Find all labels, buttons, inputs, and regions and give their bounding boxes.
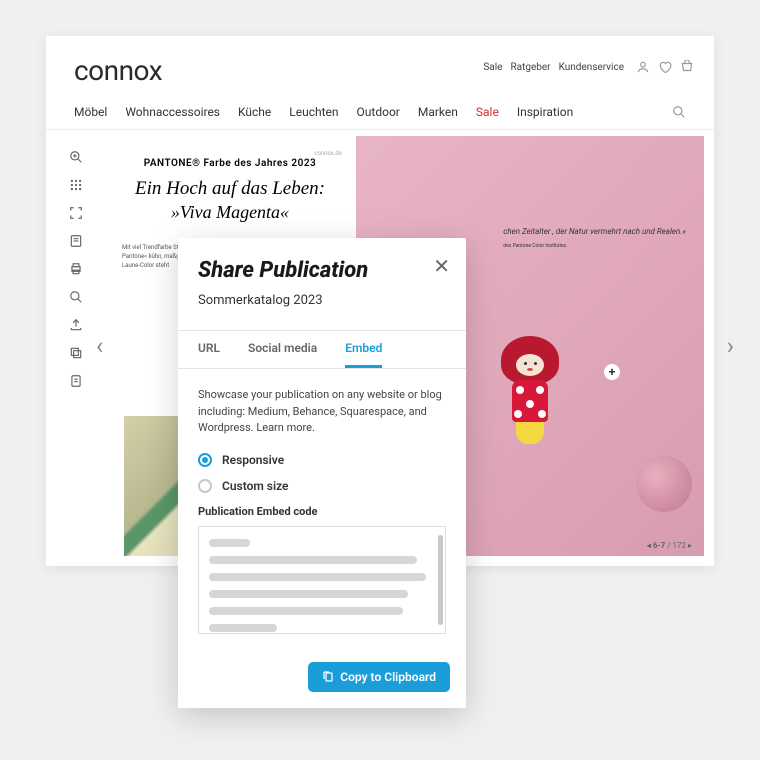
modal-subtitle: Sommerkatalog 2023: [198, 293, 446, 308]
search-tool-icon[interactable]: [69, 290, 83, 304]
clipboard-icon: [322, 671, 334, 683]
page-right-text: chen Zeitalter , der Natur vermehrt nach…: [503, 226, 686, 250]
nav-marken[interactable]: Marken: [418, 105, 458, 119]
radio-responsive[interactable]: Responsive: [198, 453, 446, 467]
radio-icon: [198, 453, 212, 467]
figurine-image: [501, 336, 559, 444]
next-page-button[interactable]: ›: [727, 332, 734, 360]
radio-icon: [198, 479, 212, 493]
nav-sale[interactable]: Sale: [476, 105, 499, 119]
doc-icon[interactable]: [69, 374, 83, 388]
page-counter[interactable]: ◂ 6-7 / 172 ▸: [647, 541, 692, 550]
embed-label: Publication Embed code: [198, 505, 446, 518]
page-title: PANTONE® Farbe des Jahres 2023: [122, 158, 338, 169]
modal-description: Showcase your publication on any website…: [198, 387, 446, 437]
note-icon[interactable]: [69, 234, 83, 248]
nav-kueche[interactable]: Küche: [238, 105, 271, 119]
share-icon[interactable]: [69, 318, 83, 332]
sphere-decoration: [636, 456, 692, 512]
top-link-sale[interactable]: Sale: [483, 62, 502, 73]
prev-page-button[interactable]: ‹: [96, 332, 103, 360]
cart-icon[interactable]: [680, 60, 694, 74]
fullscreen-icon[interactable]: [69, 206, 83, 220]
modal-tabs: URL Social media Embed: [178, 330, 466, 369]
search-icon[interactable]: [672, 105, 686, 119]
top-right: Sale Ratgeber Kundenservice: [483, 60, 694, 74]
top-link-kundenservice[interactable]: Kundenservice: [559, 62, 624, 73]
main-nav: Möbel Wohnaccessoires Küche Leuchten Out…: [46, 95, 714, 130]
print-icon[interactable]: [69, 262, 83, 276]
tab-social-media[interactable]: Social media: [248, 341, 317, 368]
radio-custom-size[interactable]: Custom size: [198, 479, 446, 493]
copy-icon[interactable]: [69, 346, 83, 360]
heart-icon[interactable]: [658, 60, 672, 74]
page-script-line2: »Viva Magenta«: [122, 202, 338, 223]
nav-leuchten[interactable]: Leuchten: [289, 105, 338, 119]
top-right-links: Sale Ratgeber Kundenservice: [483, 62, 624, 73]
tab-url[interactable]: URL: [198, 341, 220, 368]
add-product-badge[interactable]: +: [604, 364, 620, 380]
page-brand: connox.de: [314, 150, 342, 157]
modal-title: Share Publication: [198, 258, 446, 283]
zoom-in-icon[interactable]: [69, 150, 83, 164]
nav-inspiration[interactable]: Inspiration: [517, 105, 573, 119]
scrollbar[interactable]: [438, 535, 443, 625]
tab-embed[interactable]: Embed: [345, 341, 382, 368]
viewer-sidebar: [56, 136, 96, 556]
page-script-line1: Ein Hoch auf das Leben:: [122, 177, 338, 202]
close-icon[interactable]: ✕: [433, 254, 450, 278]
copy-to-clipboard-button[interactable]: Copy to Clipboard: [308, 662, 450, 692]
share-modal: Share Publication Sommerkatalog 2023 ✕ U…: [178, 238, 466, 708]
user-icon[interactable]: [636, 60, 650, 74]
top-link-ratgeber[interactable]: Ratgeber: [510, 62, 550, 73]
nav-outdoor[interactable]: Outdoor: [357, 105, 400, 119]
nav-moebel[interactable]: Möbel: [74, 105, 107, 119]
embed-code-box[interactable]: [198, 526, 446, 634]
grid-icon[interactable]: [69, 178, 83, 192]
nav-wohnaccessoires[interactable]: Wohnaccessoires: [125, 105, 220, 119]
